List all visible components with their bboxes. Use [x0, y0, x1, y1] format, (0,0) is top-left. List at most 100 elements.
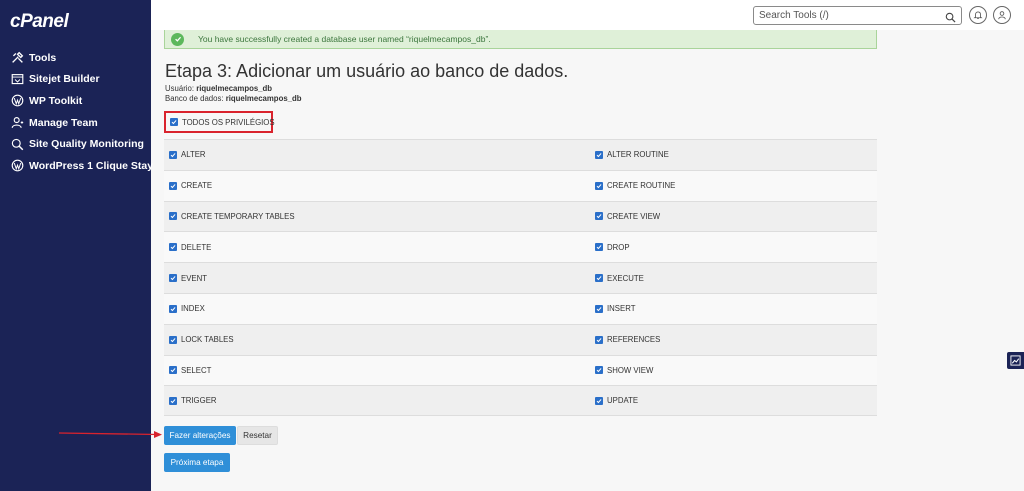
privilege-label: ALTER ROUTINE: [607, 150, 669, 160]
checkmark-icon: [170, 368, 176, 373]
privilege-update[interactable]: UPDATE: [595, 396, 638, 405]
team-icon: [11, 116, 24, 129]
checkmark-icon: [596, 368, 602, 373]
table-row: INDEX INSERT: [164, 292, 877, 324]
sidebar-item-site-quality[interactable]: Site Quality Monitoring: [0, 133, 151, 155]
checkmark-icon: [170, 398, 176, 403]
checkmark-icon: [596, 214, 602, 219]
privilege-event[interactable]: EVENT: [169, 274, 207, 283]
notifications-button[interactable]: [969, 6, 987, 24]
checkmark-icon: [596, 152, 602, 158]
privilege-create[interactable]: CREATE: [169, 181, 212, 190]
privileges-table: ALTER ALTER ROUTINE CREATE CREATE ROUTIN…: [164, 139, 877, 417]
privilege-show-view[interactable]: SHOW VIEW: [595, 366, 653, 375]
monitoring-icon: [11, 138, 24, 151]
user-info: Usuário: riquelmecampos_db: [165, 84, 272, 93]
sidebar-nav: Tools Sitejet Builder WP Toolkit Manage …: [0, 47, 153, 177]
sitejet-icon: [11, 73, 24, 86]
privilege-alter-routine[interactable]: ALTER ROUTINE: [595, 150, 669, 159]
privilege-execute[interactable]: EXECUTE: [595, 274, 644, 283]
table-row: CREATE TEMPORARY TABLES CREATE VIEW: [164, 200, 877, 232]
sidebar-item-wp-toolkit[interactable]: WP Toolkit: [0, 90, 151, 112]
sidebar-item-sitejet[interactable]: Sitejet Builder: [0, 69, 151, 91]
checkbox[interactable]: [595, 304, 603, 313]
checkbox[interactable]: [169, 366, 177, 375]
privilege-label: EVENT: [181, 273, 207, 283]
privilege-drop[interactable]: DROP: [595, 243, 630, 252]
privilege-lock-tables[interactable]: LOCK TABLES: [169, 335, 234, 344]
table-row: SELECT SHOW VIEW: [164, 354, 877, 386]
privilege-trigger[interactable]: TRIGGER: [169, 396, 217, 405]
checkmark-icon: [170, 337, 176, 342]
search-input[interactable]: [754, 10, 939, 21]
checkmark-icon: [170, 152, 176, 158]
privilege-label: CREATE: [181, 181, 213, 191]
checkbox[interactable]: [169, 304, 177, 313]
bell-icon: [973, 11, 983, 19]
checkbox[interactable]: [169, 212, 177, 221]
privilege-label: LOCK TABLES: [181, 335, 234, 345]
database-label: Banco de dados:: [165, 94, 224, 103]
checkbox[interactable]: [169, 243, 177, 252]
user-icon: [998, 11, 1006, 20]
table-row: ALTER ALTER ROUTINE: [164, 139, 877, 170]
reset-button[interactable]: Resetar: [237, 426, 278, 445]
checkbox[interactable]: [595, 150, 603, 159]
checkbox[interactable]: [169, 396, 177, 405]
privilege-references[interactable]: REFERENCES: [595, 335, 660, 344]
success-alert: You have successfully created a database…: [164, 30, 877, 49]
privilege-create-routine[interactable]: CREATE ROUTINE: [595, 181, 675, 190]
privilege-create-view[interactable]: CREATE VIEW: [595, 212, 660, 221]
checkbox[interactable]: [595, 274, 603, 283]
page-title: Etapa 3: Adicionar um usuário ao banco d…: [165, 61, 569, 81]
privilege-delete[interactable]: DELETE: [169, 243, 211, 252]
analytics-side-tab[interactable]: [1007, 352, 1024, 369]
checkmark-icon: [170, 276, 176, 281]
checkbox[interactable]: [169, 181, 177, 190]
sidebar-item-wordpress-clique[interactable]: WordPress 1 Clique Stay: [0, 155, 153, 177]
sidebar-item-manage-team[interactable]: Manage Team: [0, 112, 151, 134]
privilege-insert[interactable]: INSERT: [595, 304, 635, 313]
checkmark-icon: [596, 337, 602, 342]
checkmark-icon: [170, 306, 176, 312]
make-changes-button[interactable]: Fazer alterações: [164, 426, 236, 445]
sidebar-item-label: Tools: [29, 51, 57, 64]
privilege-index[interactable]: INDEX: [169, 304, 205, 313]
privilege-label: EXECUTE: [607, 273, 644, 283]
privilege-alter[interactable]: ALTER: [169, 150, 206, 159]
checkmark-icon: [596, 276, 602, 281]
database-value: riquelmecampos_db: [225, 94, 302, 103]
next-step-button[interactable]: Próxima etapa: [164, 453, 230, 472]
checkbox[interactable]: [595, 212, 603, 221]
search-icon[interactable]: [945, 10, 956, 23]
cpanel-logo[interactable]: cPanel: [10, 11, 69, 33]
all-privileges-checkbox[interactable]: [170, 118, 178, 126]
checkmark-icon: [170, 214, 176, 219]
checkmark-icon: [596, 245, 602, 250]
checkmark-icon: [596, 183, 602, 188]
checkbox[interactable]: [169, 150, 177, 159]
checkbox[interactable]: [595, 366, 603, 375]
check-circle-icon: [171, 32, 184, 46]
checkbox[interactable]: [595, 335, 603, 344]
all-privileges-option[interactable]: TODOS OS PRIVILÉGIOS: [164, 111, 275, 133]
privilege-label: REFERENCES: [607, 335, 661, 345]
wordpress-icon: [11, 94, 24, 107]
privilege-label: CREATE VIEW: [607, 211, 661, 221]
checkbox[interactable]: [595, 396, 603, 405]
checkbox[interactable]: [595, 243, 603, 252]
privilege-label: CREATE TEMPORARY TABLES: [181, 211, 295, 221]
tools-icon: [11, 51, 24, 64]
checkbox[interactable]: [169, 274, 177, 283]
search-box: [753, 6, 962, 25]
privilege-select[interactable]: SELECT: [169, 366, 211, 375]
table-row: EVENT EXECUTE: [164, 262, 877, 293]
checkmark-icon: [170, 183, 176, 188]
sidebar-item-label: Sitejet Builder: [29, 73, 100, 86]
checkbox[interactable]: [595, 181, 603, 190]
privilege-create-temporary-tables[interactable]: CREATE TEMPORARY TABLES: [169, 212, 295, 221]
checkbox[interactable]: [169, 335, 177, 344]
checkmark-icon: [596, 306, 602, 312]
sidebar-item-tools[interactable]: Tools: [0, 47, 151, 69]
user-menu-button[interactable]: [993, 6, 1011, 24]
